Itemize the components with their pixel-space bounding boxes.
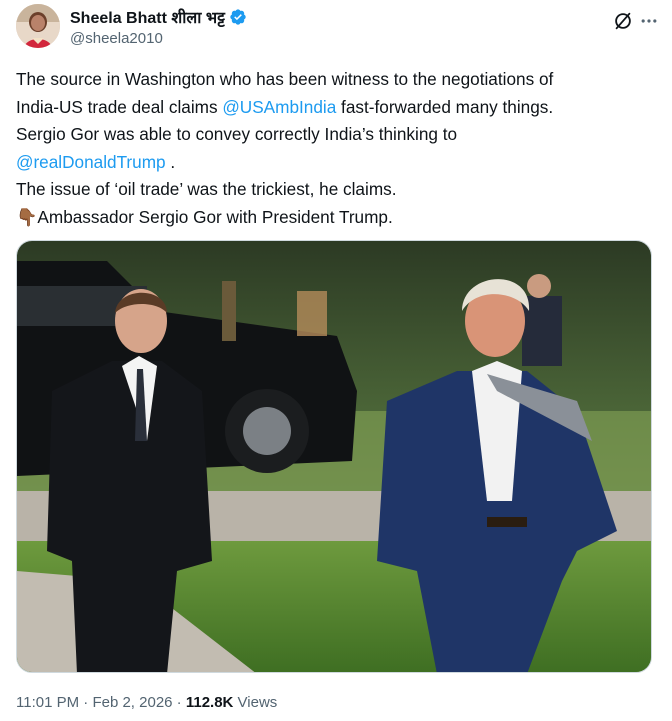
tweet-line-2-text: India-US trade deal claims xyxy=(16,96,223,117)
mention-realdonaldtrump-link[interactable]: @realDonaldTrump xyxy=(16,152,166,172)
pointing-down-emoji-icon: 👇🏾 xyxy=(16,206,38,227)
views-count: 112.8K xyxy=(185,694,234,711)
author-avatar[interactable] xyxy=(16,4,60,48)
tweet-line-2: India-US trade deal claims @USAmbIndia f… xyxy=(16,94,656,122)
tweet-text: The source in Washington who has been wi… xyxy=(16,66,656,231)
author-display-name[interactable]: Sheela Bhatt शीला भट्ट xyxy=(70,6,225,28)
tweet-photo[interactable] xyxy=(16,240,652,673)
tweet-line-6: 👇🏾Ambassador Sergio Gor with President T… xyxy=(16,204,656,232)
tweet-line-1: The source in Washington who has been wi… xyxy=(16,69,554,89)
tweet-line-4-rest: . xyxy=(165,151,176,172)
verified-badge-icon xyxy=(229,8,247,26)
meta-separator: · xyxy=(79,694,93,711)
tweet-line-4: @realDonaldTrump . xyxy=(16,149,656,177)
tweet-header: Sheela Bhatt शीला भट्ट @sheela2010 xyxy=(16,4,657,52)
tweet-meta: 11:01 PM · Feb 2, 2026 · 112.8K Views xyxy=(16,694,277,711)
tweet-time[interactable]: 11:01 PM xyxy=(16,694,79,711)
author-name-row: Sheela Bhatt शीला भट्ट xyxy=(70,6,247,28)
views-label: Views xyxy=(233,694,278,711)
tweet-line-5: The issue of ‘oil trade’ was the trickie… xyxy=(16,179,397,199)
meta-separator: · xyxy=(172,694,186,711)
tweet-line-2-rest: fast-forwarded many things. xyxy=(336,96,554,117)
more-options-icon[interactable] xyxy=(636,8,662,34)
grok-icon[interactable] xyxy=(610,8,636,34)
tweet-line-6-text: Ambassador Sergio Gor with President Tru… xyxy=(37,206,393,227)
tweet-date[interactable]: Feb 2, 2026 xyxy=(92,694,172,711)
mention-usambindia-link[interactable]: @USAmbIndia xyxy=(222,97,336,117)
author-handle[interactable]: @sheela2010 xyxy=(70,30,163,47)
tweet-line-3: Sergio Gor was able to convey correctly … xyxy=(16,124,458,144)
